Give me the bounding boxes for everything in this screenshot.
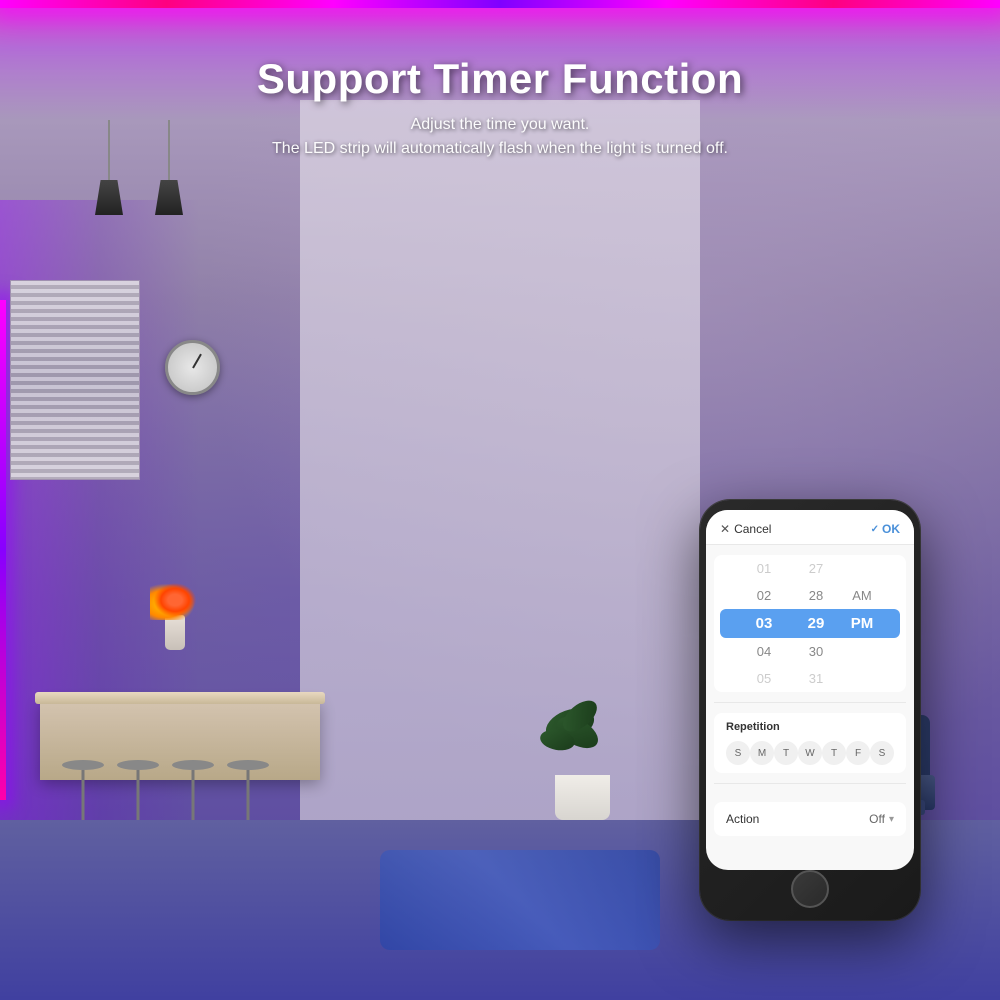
subtitle: Adjust the time you want. The LED strip … bbox=[0, 113, 1000, 161]
picker-row-4: 04 30 PM bbox=[714, 638, 906, 665]
subtitle-line2: The LED strip will automatically flash w… bbox=[272, 140, 728, 157]
app-header: ✕ Cancel ✓ OK bbox=[706, 510, 914, 545]
phone-container: ✕ Cancel ✓ OK 01 27 AM bbox=[700, 500, 920, 920]
action-section[interactable]: Action Off ▾ bbox=[714, 802, 906, 836]
time-picker[interactable]: 01 27 AM 02 28 AM 03 29 bbox=[714, 555, 906, 692]
action-value-text: Off bbox=[869, 812, 885, 826]
ampm-1: AM bbox=[842, 559, 882, 578]
hour-5: 05 bbox=[738, 669, 790, 688]
hour-4: 04 bbox=[738, 642, 790, 661]
day-friday[interactable]: F bbox=[846, 741, 870, 765]
divider-1 bbox=[714, 702, 906, 703]
picker-row-2: 02 28 AM bbox=[714, 582, 906, 609]
hour-selected: 03 bbox=[738, 613, 790, 634]
window-blinds bbox=[10, 280, 140, 480]
ampm-selected: PM bbox=[842, 613, 882, 634]
action-label: Action bbox=[726, 812, 759, 826]
minute-4: 30 bbox=[790, 642, 842, 661]
divider-2 bbox=[714, 783, 906, 784]
picker-row-selected: 03 29 PM bbox=[720, 609, 900, 638]
hour-1: 01 bbox=[738, 559, 790, 578]
day-saturday[interactable]: S bbox=[870, 741, 894, 765]
phone: ✕ Cancel ✓ OK 01 27 AM bbox=[700, 500, 920, 920]
flower-vase bbox=[165, 615, 185, 650]
cancel-button[interactable]: ✕ Cancel bbox=[720, 522, 771, 536]
minute-5: 31 bbox=[790, 669, 842, 688]
checkmark-icon: ✓ bbox=[871, 524, 879, 535]
picker-rows: 01 27 AM 02 28 AM 03 29 bbox=[714, 555, 906, 692]
hour-2: 02 bbox=[738, 586, 790, 605]
ampm-4: PM bbox=[842, 642, 882, 661]
minute-selected: 29 bbox=[790, 613, 842, 634]
ampm-5: AM bbox=[842, 669, 882, 688]
rug bbox=[380, 850, 660, 950]
days-row[interactable]: S M T W T F S bbox=[726, 741, 894, 765]
main-title: Support Timer Function bbox=[0, 55, 1000, 103]
repetition-label: Repetition bbox=[726, 721, 894, 733]
ok-button[interactable]: ✓ OK bbox=[871, 522, 900, 536]
minute-2: 28 bbox=[790, 586, 842, 605]
day-sunday[interactable]: S bbox=[726, 741, 750, 765]
day-monday[interactable]: M bbox=[750, 741, 774, 765]
app-screen: ✕ Cancel ✓ OK 01 27 AM bbox=[706, 510, 914, 870]
ok-label: OK bbox=[882, 522, 900, 536]
ampm-2: AM bbox=[842, 586, 882, 605]
header-section: Support Timer Function Adjust the time y… bbox=[0, 55, 1000, 161]
action-value-container[interactable]: Off ▾ bbox=[869, 812, 894, 826]
subtitle-line1: Adjust the time you want. bbox=[411, 116, 590, 133]
cancel-label: Cancel bbox=[734, 522, 771, 536]
chevron-down-icon: ▾ bbox=[889, 814, 894, 825]
curtains bbox=[300, 100, 700, 850]
wall-clock bbox=[165, 340, 220, 395]
repetition-section: Repetition S M T W T F S bbox=[714, 713, 906, 773]
day-thursday[interactable]: T bbox=[822, 741, 846, 765]
minute-1: 27 bbox=[790, 559, 842, 578]
home-button[interactable] bbox=[791, 870, 829, 908]
cancel-x-icon: ✕ bbox=[720, 522, 730, 536]
phone-screen: ✕ Cancel ✓ OK 01 27 AM bbox=[706, 510, 914, 870]
picker-row-1: 01 27 AM bbox=[714, 555, 906, 582]
picker-row-5: 05 31 AM bbox=[714, 665, 906, 692]
day-tuesday[interactable]: T bbox=[774, 741, 798, 765]
plant bbox=[555, 775, 610, 820]
day-wednesday[interactable]: W bbox=[798, 741, 822, 765]
